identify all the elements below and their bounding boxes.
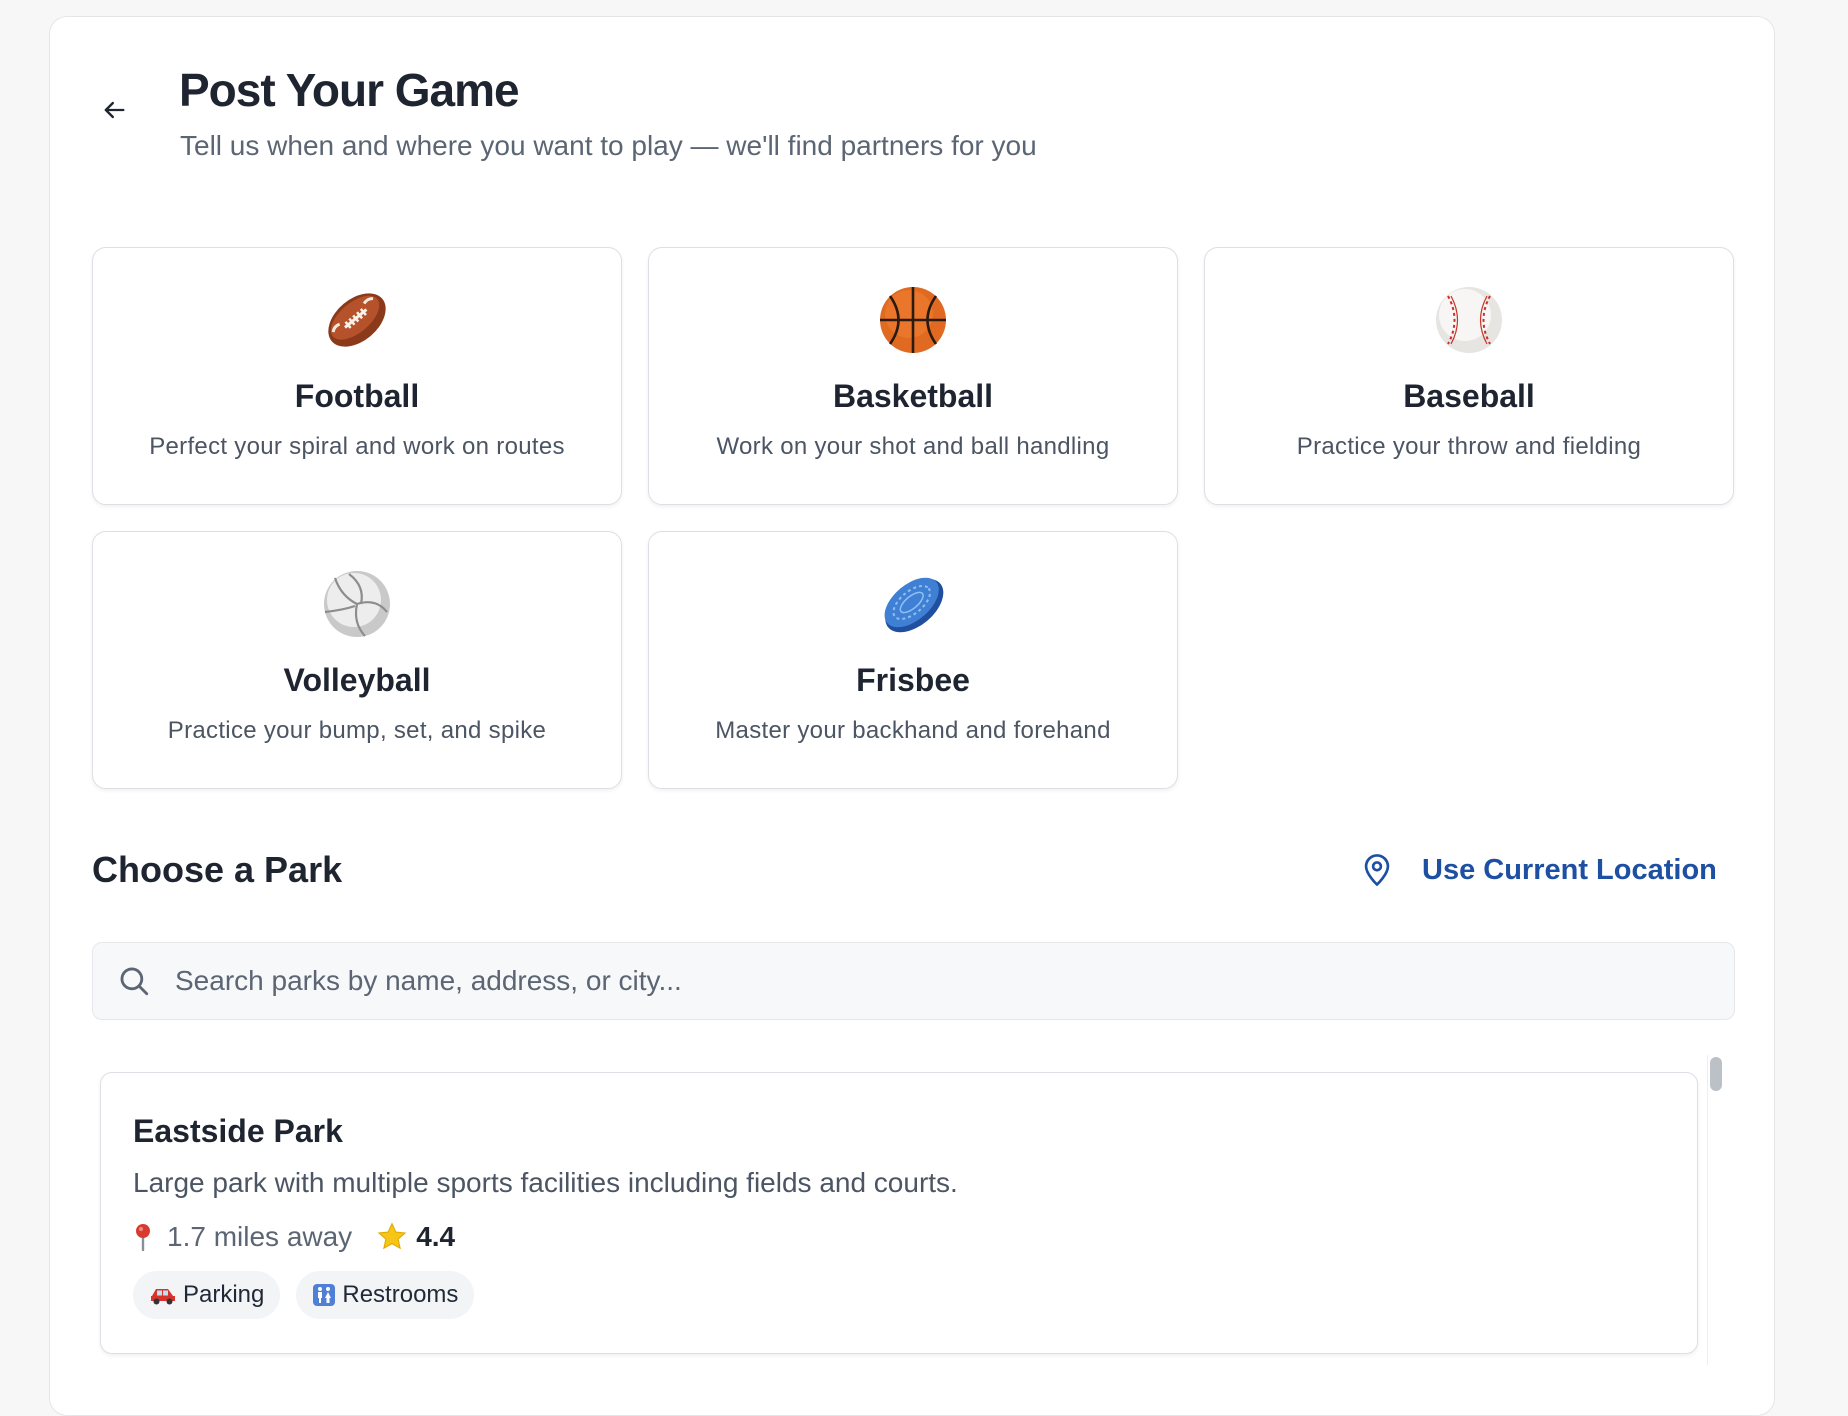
- park-description: Large park with multiple sports faciliti…: [133, 1167, 958, 1198]
- scrollbar-thumb[interactable]: [1710, 1057, 1722, 1091]
- search-icon: [120, 967, 149, 996]
- park-name: Eastside Park: [133, 1113, 343, 1149]
- amenity-chip-restrooms: Restrooms: [296, 1271, 475, 1319]
- car-icon: [151, 1289, 175, 1305]
- back-button[interactable]: [92, 88, 136, 132]
- amenity-label: Parking: [183, 1281, 265, 1308]
- volleyball-icon: [324, 571, 390, 637]
- football-icon: [328, 293, 386, 347]
- use-current-location-button[interactable]: Use Current Location: [1362, 848, 1717, 892]
- sport-name: Football: [294, 378, 420, 414]
- basketball-icon: [880, 287, 946, 353]
- star-icon: [377, 1222, 407, 1250]
- park-card-eastside[interactable]: Eastside Park Large park with multiple s…: [100, 1072, 1698, 1354]
- search-input[interactable]: [173, 964, 1677, 998]
- sport-description: Master your backhand and forehand: [715, 717, 1111, 744]
- frisbee-icon: [884, 577, 944, 633]
- sport-card-football[interactable]: Football Perfect your spiral and work on…: [92, 247, 622, 505]
- park-list-scrollbar[interactable]: [1707, 1055, 1724, 1365]
- park-list: Eastside Park Large park with multiple s…: [92, 1054, 1742, 1364]
- sport-name: Frisbee: [856, 662, 970, 698]
- amenity-chip-parking: Parking: [133, 1271, 281, 1319]
- use-location-label: Use Current Location: [1422, 853, 1717, 886]
- sport-name: Volleyball: [283, 662, 431, 698]
- sport-description: Perfect your spiral and work on routes: [149, 433, 565, 460]
- park-meta: 1.7 miles away 4.4: [133, 1219, 455, 1255]
- page-title: Post Your Game: [179, 64, 520, 116]
- park-distance: 1.7 miles away: [167, 1221, 353, 1252]
- park-amenities: Parking Restrooms: [133, 1271, 475, 1319]
- map-pin-icon: [1364, 854, 1390, 886]
- sport-description: Practice your throw and fielding: [1296, 433, 1642, 460]
- sport-name: Baseball: [1403, 378, 1535, 414]
- arrow-left-icon: [104, 101, 125, 119]
- sport-card-frisbee[interactable]: Frisbee Master your backhand and forehan…: [648, 531, 1178, 789]
- sport-card-baseball[interactable]: Baseball Practice your throw and fieldin…: [1204, 247, 1734, 505]
- red-pin-icon: [136, 1224, 150, 1251]
- baseball-icon: [1436, 287, 1502, 353]
- amenity-label: Restrooms: [342, 1281, 459, 1308]
- sport-description: Work on your shot and ball handling: [716, 433, 1110, 460]
- park-search: [92, 942, 1735, 1020]
- sport-card-basketball[interactable]: Basketball Work on your shot and ball ha…: [648, 247, 1178, 505]
- sport-description: Practice your bump, set, and spike: [167, 717, 547, 744]
- page-subtitle: Tell us when and where you want to play …: [180, 130, 1037, 161]
- park-rating: 4.4: [416, 1221, 456, 1252]
- choose-park-heading: Choose a Park: [92, 849, 343, 890]
- sport-card-volleyball[interactable]: Volleyball Practice your bump, set, and …: [92, 531, 622, 789]
- restroom-icon: [313, 1284, 336, 1306]
- sport-name: Basketball: [832, 378, 994, 414]
- sport-grid: Football Perfect your spiral and work on…: [92, 247, 1734, 789]
